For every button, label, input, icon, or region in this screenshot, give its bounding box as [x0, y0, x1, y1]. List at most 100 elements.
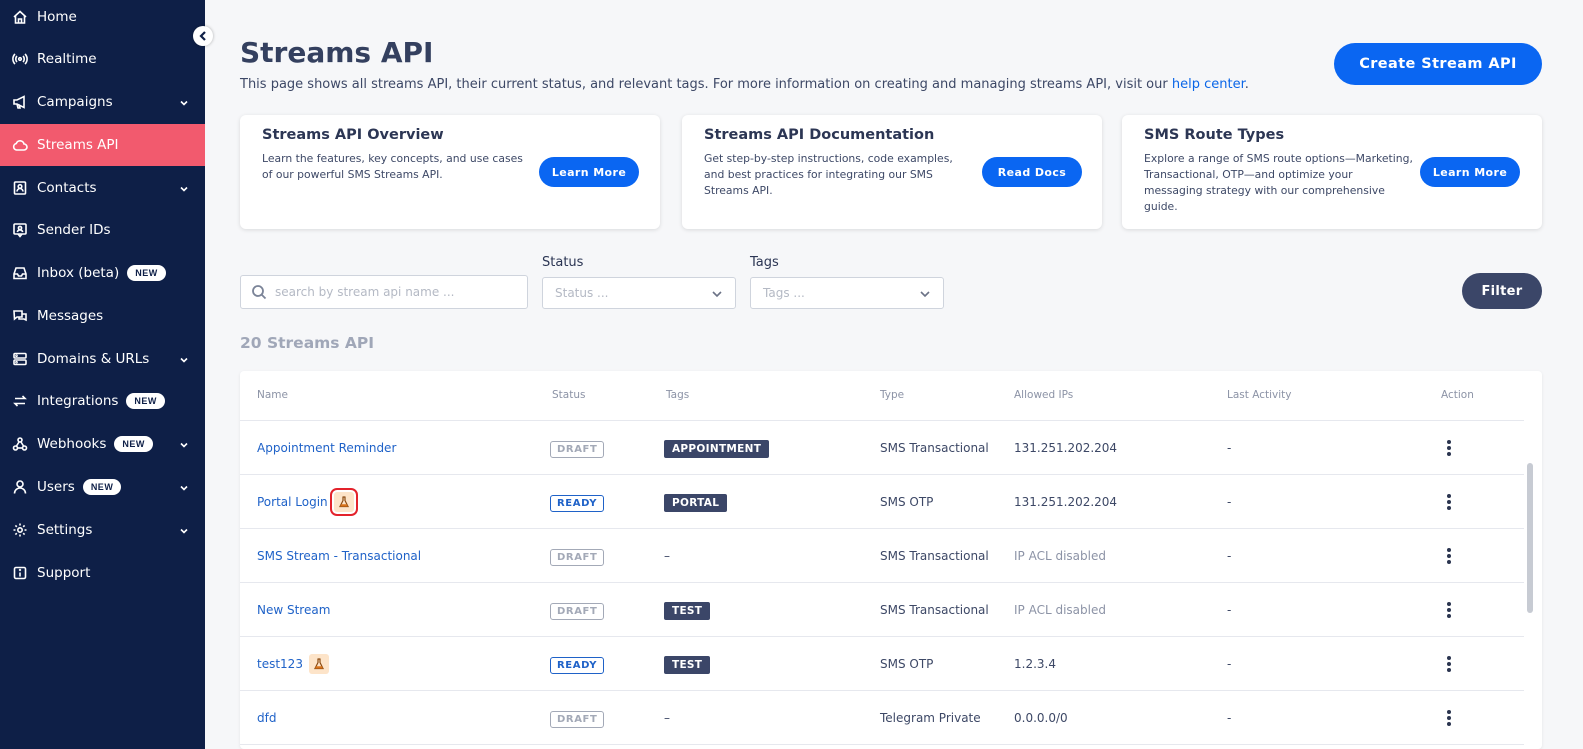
column-header-status: Status — [552, 389, 586, 401]
table-scrollbar[interactable] — [1527, 463, 1533, 613]
search-box — [240, 275, 528, 309]
sidebar-item-label: Streams API — [37, 137, 119, 153]
sidebar-item-streams-api[interactable]: Streams API — [0, 124, 205, 166]
action-menu-button[interactable] — [1447, 601, 1451, 618]
action-menu-button[interactable] — [1447, 493, 1451, 510]
status-cell: DRAFT — [550, 440, 605, 458]
id-badge-icon — [11, 221, 29, 239]
sidebar-item-label: Support — [37, 565, 91, 581]
stream-name-link[interactable]: test123 — [257, 657, 303, 671]
last-activity-cell: - — [1227, 548, 1232, 563]
column-header-name: Name — [257, 389, 288, 401]
search-icon — [252, 285, 267, 300]
kebab-menu-icon — [1447, 601, 1451, 618]
sidebar-item-realtime[interactable]: Realtime — [0, 38, 205, 80]
status-cell: READY — [550, 656, 605, 674]
learn-more-button[interactable]: Learn More — [1420, 157, 1520, 187]
learn-more-button[interactable]: Learn More — [539, 157, 639, 187]
sidebar-item-campaigns[interactable]: Campaigns — [0, 81, 205, 123]
stream-name-link[interactable]: New Stream — [257, 603, 330, 617]
filter-button[interactable]: Filter — [1462, 273, 1542, 309]
action-menu-button[interactable] — [1447, 439, 1451, 456]
sidebar-item-label: Sender IDs — [37, 222, 111, 238]
stream-name-link[interactable]: Portal Login — [257, 495, 328, 509]
action-menu-button[interactable] — [1447, 547, 1451, 564]
page-title: Streams API — [240, 36, 434, 69]
allowed-ips-cell: IP ACL disabled — [1014, 548, 1106, 563]
sidebar-item-webhooks[interactable]: Webhooks NEW — [0, 423, 205, 465]
card-title: Streams API Overview — [262, 127, 444, 143]
sidebar: Home Realtime Campaigns Streams API Contacts… — [0, 0, 205, 749]
sidebar-item-label: Realtime — [37, 51, 97, 67]
chevron-down-icon — [179, 480, 189, 491]
stream-name-cell: test123 — [257, 653, 329, 674]
sidebar-item-integrations[interactable]: Integrations NEW — [0, 380, 205, 422]
collapse-sidebar-button[interactable] — [193, 26, 213, 46]
action-menu-button[interactable] — [1447, 655, 1451, 672]
sidebar-item-inbox-beta[interactable]: Inbox (beta) NEW — [0, 252, 205, 294]
sidebar-item-contacts[interactable]: Contacts — [0, 167, 205, 209]
status-badge: READY — [550, 656, 605, 674]
stream-name-link[interactable]: dfd — [257, 711, 276, 725]
help-center-link[interactable]: help center — [1172, 77, 1245, 92]
card-title: SMS Route Types — [1144, 127, 1285, 143]
sidebar-item-settings[interactable]: Settings — [0, 509, 205, 551]
last-activity-cell: - — [1227, 710, 1232, 725]
tags-cell: – — [664, 549, 670, 563]
read-docs-button[interactable]: Read Docs — [982, 157, 1082, 187]
no-tag: – — [664, 548, 670, 563]
sidebar-item-label: Integrations — [37, 393, 119, 409]
inbox-icon — [11, 264, 29, 282]
last-activity-cell: - — [1227, 494, 1232, 509]
page-description: This page shows all streams API, their c… — [240, 77, 1249, 92]
test-mode-beaker-icon[interactable] — [308, 653, 329, 674]
contact-card-icon — [11, 179, 29, 197]
status-badge: DRAFT — [550, 440, 605, 458]
stream-name-link[interactable]: SMS Stream - Transactional — [257, 549, 421, 563]
sidebar-item-domains-urls[interactable]: Domains & URLs — [0, 338, 205, 380]
table-row: dfd DRAFT – Telegram Private 0.0.0.0/0 - — [240, 691, 1524, 745]
tag-badge: TEST — [664, 601, 711, 620]
tags-select[interactable]: Tags ... — [750, 277, 944, 309]
tag-badge: TEST — [664, 655, 711, 674]
kebab-menu-icon — [1447, 493, 1451, 510]
new-badge: NEW — [126, 393, 165, 409]
sidebar-item-label: Campaigns — [37, 94, 113, 110]
sidebar-item-label: Webhooks — [37, 436, 107, 452]
test-mode-beaker-icon[interactable] — [329, 487, 358, 516]
column-header-tags: Tags — [666, 389, 690, 401]
card-text: Get step-by-step instructions, code exam… — [704, 152, 953, 197]
search-input[interactable] — [275, 285, 515, 299]
tag-badge: PORTAL — [664, 493, 728, 512]
column-header-type: Type — [880, 389, 905, 401]
sidebar-item-label: Messages — [37, 308, 104, 324]
sidebar-item-support[interactable]: Support — [0, 552, 205, 594]
sidebar-item-home[interactable]: Home — [0, 0, 205, 38]
status-cell: READY — [550, 494, 605, 512]
status-badge: READY — [550, 494, 605, 512]
info-icon — [11, 564, 29, 582]
card-title: Streams API Documentation — [704, 127, 935, 143]
status-select[interactable]: Status ... — [542, 277, 736, 309]
sidebar-item-label: Inbox (beta) — [37, 265, 120, 281]
column-header-allowed-ips: Allowed IPs — [1014, 389, 1074, 401]
stream-name-link[interactable]: Appointment Reminder — [257, 441, 396, 455]
allowed-ips-cell: 1.2.3.4 — [1014, 656, 1056, 671]
last-activity-cell: - — [1227, 602, 1232, 617]
sidebar-item-users[interactable]: Users NEW — [0, 466, 205, 508]
sidebar-item-messages[interactable]: Messages — [0, 295, 205, 337]
user-icon — [11, 478, 29, 496]
last-activity-cell: - — [1227, 656, 1232, 671]
new-badge: NEW — [114, 436, 153, 452]
action-menu-button[interactable] — [1447, 709, 1451, 726]
type-cell: SMS Transactional — [880, 440, 989, 455]
create-stream-api-button[interactable]: Create Stream API — [1334, 43, 1542, 85]
status-cell: DRAFT — [550, 710, 605, 728]
sidebar-item-sender-ids[interactable]: Sender IDs — [0, 209, 205, 251]
stream-name-cell: Portal Login — [257, 487, 358, 516]
sidebar-item-label: Home — [37, 9, 77, 25]
card-streams-api-overview: Streams API Overview Learn the features,… — [240, 115, 660, 229]
no-tag: – — [664, 710, 670, 725]
sidebar-item-label: Domains & URLs — [37, 351, 150, 367]
tags-cell: TEST — [664, 655, 711, 674]
